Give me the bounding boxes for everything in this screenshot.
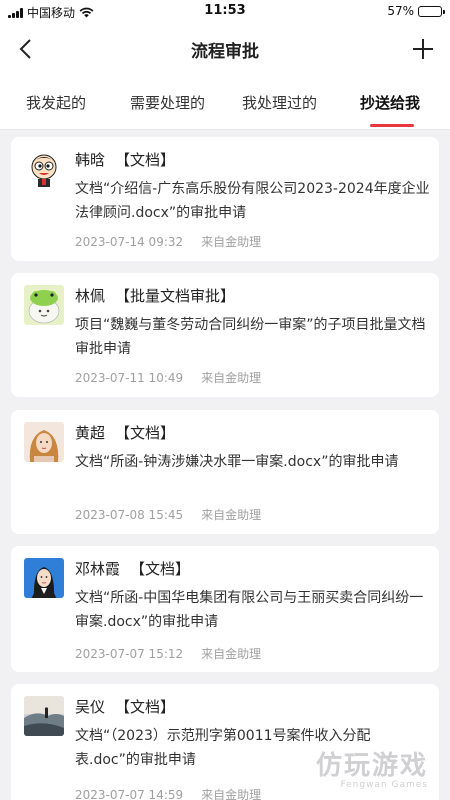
item-description: 文档“介绍信-广东高乐股份有限公司2023-2024年度企业法律顾问.docx”… xyxy=(75,181,430,221)
portrait-avatar xyxy=(24,558,64,598)
sender-name: 韩晗 xyxy=(75,151,106,169)
item-source: 来自金助理 xyxy=(201,508,262,522)
item-source: 来自金助理 xyxy=(201,788,262,800)
tab-handled[interactable]: 我处理过的 xyxy=(242,92,317,113)
item-description: 文档“所函-中国华电集团有限公司与王丽买卖合同纠纷一审案.docx”的审批申请 xyxy=(75,590,424,630)
item-source: 来自金助理 xyxy=(201,371,262,385)
item-time: 2023-07-08 15:45 xyxy=(75,508,184,522)
item-type-tag: 【批量文档审批】 xyxy=(115,287,236,305)
item-time: 2023-07-07 14:59 xyxy=(75,788,184,800)
item-time: 2023-07-14 09:32 xyxy=(75,235,184,249)
item-time: 2023-07-07 15:12 xyxy=(75,647,184,661)
battery-icon xyxy=(418,5,445,17)
sender-name: 黄超 xyxy=(75,424,106,442)
sender-line: 吴仪 【文档】 xyxy=(75,696,175,717)
list-item[interactable]: 韩晗 【文档】 文档“介绍信-广东高乐股份有限公司2023-2024年度企业法律顾… xyxy=(11,137,439,261)
item-meta: 2023-07-11 10:49 来自金助理 xyxy=(75,369,261,386)
sender-line: 韩晗 【文档】 xyxy=(75,149,175,170)
item-type-tag: 【文档】 xyxy=(130,560,191,578)
page-title: 流程审批 xyxy=(191,42,259,62)
item-meta: 2023-07-07 14:59 来自金助理 xyxy=(75,786,261,800)
item-meta: 2023-07-08 15:45 来自金助理 xyxy=(75,506,261,523)
active-tab-indicator xyxy=(370,124,414,127)
tab-bar: 我发起的 需要处理的 我处理过的 抄送给我 xyxy=(0,74,450,130)
frog-avatar xyxy=(24,285,64,325)
item-meta: 2023-07-14 09:32 来自金助理 xyxy=(75,233,261,250)
add-icon[interactable] xyxy=(410,36,436,62)
tab-cc-to-me[interactable]: 抄送给我 xyxy=(360,92,420,113)
status-bar: 中国移动 11:53 57% xyxy=(0,0,450,24)
item-time: 2023-07-11 10:49 xyxy=(75,371,184,385)
item-type-tag: 【文档】 xyxy=(115,698,176,716)
sender-name: 吴仪 xyxy=(75,698,106,716)
photo-avatar xyxy=(24,422,64,462)
battery-percent: 57% xyxy=(387,4,414,18)
item-description: 文档“所函-钟涛涉嫌决水罪一审案.docx”的审批申请 xyxy=(75,454,399,470)
watermark: 仿玩游戏 Fengwan Games xyxy=(316,745,428,790)
item-description: 项目“魏巍与董冬劳动合同纠纷一审案”的子项目批量文档审批申请 xyxy=(75,317,426,357)
sender-line: 黄超 【文档】 xyxy=(75,422,175,443)
tab-to-handle[interactable]: 需要处理的 xyxy=(130,92,205,113)
watermark-text: 仿玩游戏 xyxy=(315,751,428,781)
sender-line: 邓林霞 【文档】 xyxy=(75,558,190,579)
item-source: 来自金助理 xyxy=(201,647,262,661)
battery-area: 57% xyxy=(387,4,445,18)
list-item[interactable]: 黄超 【文档】 文档“所函-钟涛涉嫌决水罪一审案.docx”的审批申请 2023-… xyxy=(11,410,439,534)
sender-name: 林佩 xyxy=(75,287,106,305)
landscape-avatar xyxy=(24,696,64,736)
sender-name: 邓林霞 xyxy=(75,560,121,578)
nav-bar: 流程审批 xyxy=(0,24,450,74)
cartoon-avatar xyxy=(24,149,64,189)
sender-line: 林佩 【批量文档审批】 xyxy=(75,285,235,306)
list-item[interactable]: 林佩 【批量文档审批】 项目“魏巍与董冬劳动合同纠纷一审案”的子项目批量文档审批申… xyxy=(11,273,439,397)
clock: 11:53 xyxy=(204,3,246,18)
item-meta: 2023-07-07 15:12 来自金助理 xyxy=(75,645,261,662)
list-item[interactable]: 邓林霞 【文档】 文档“所函-中国华电集团有限公司与王丽买卖合同纠纷一审案.doc… xyxy=(11,546,439,672)
item-type-tag: 【文档】 xyxy=(115,424,176,442)
item-type-tag: 【文档】 xyxy=(115,151,176,169)
tab-initiated[interactable]: 我发起的 xyxy=(26,92,86,113)
item-source: 来自金助理 xyxy=(201,235,262,249)
